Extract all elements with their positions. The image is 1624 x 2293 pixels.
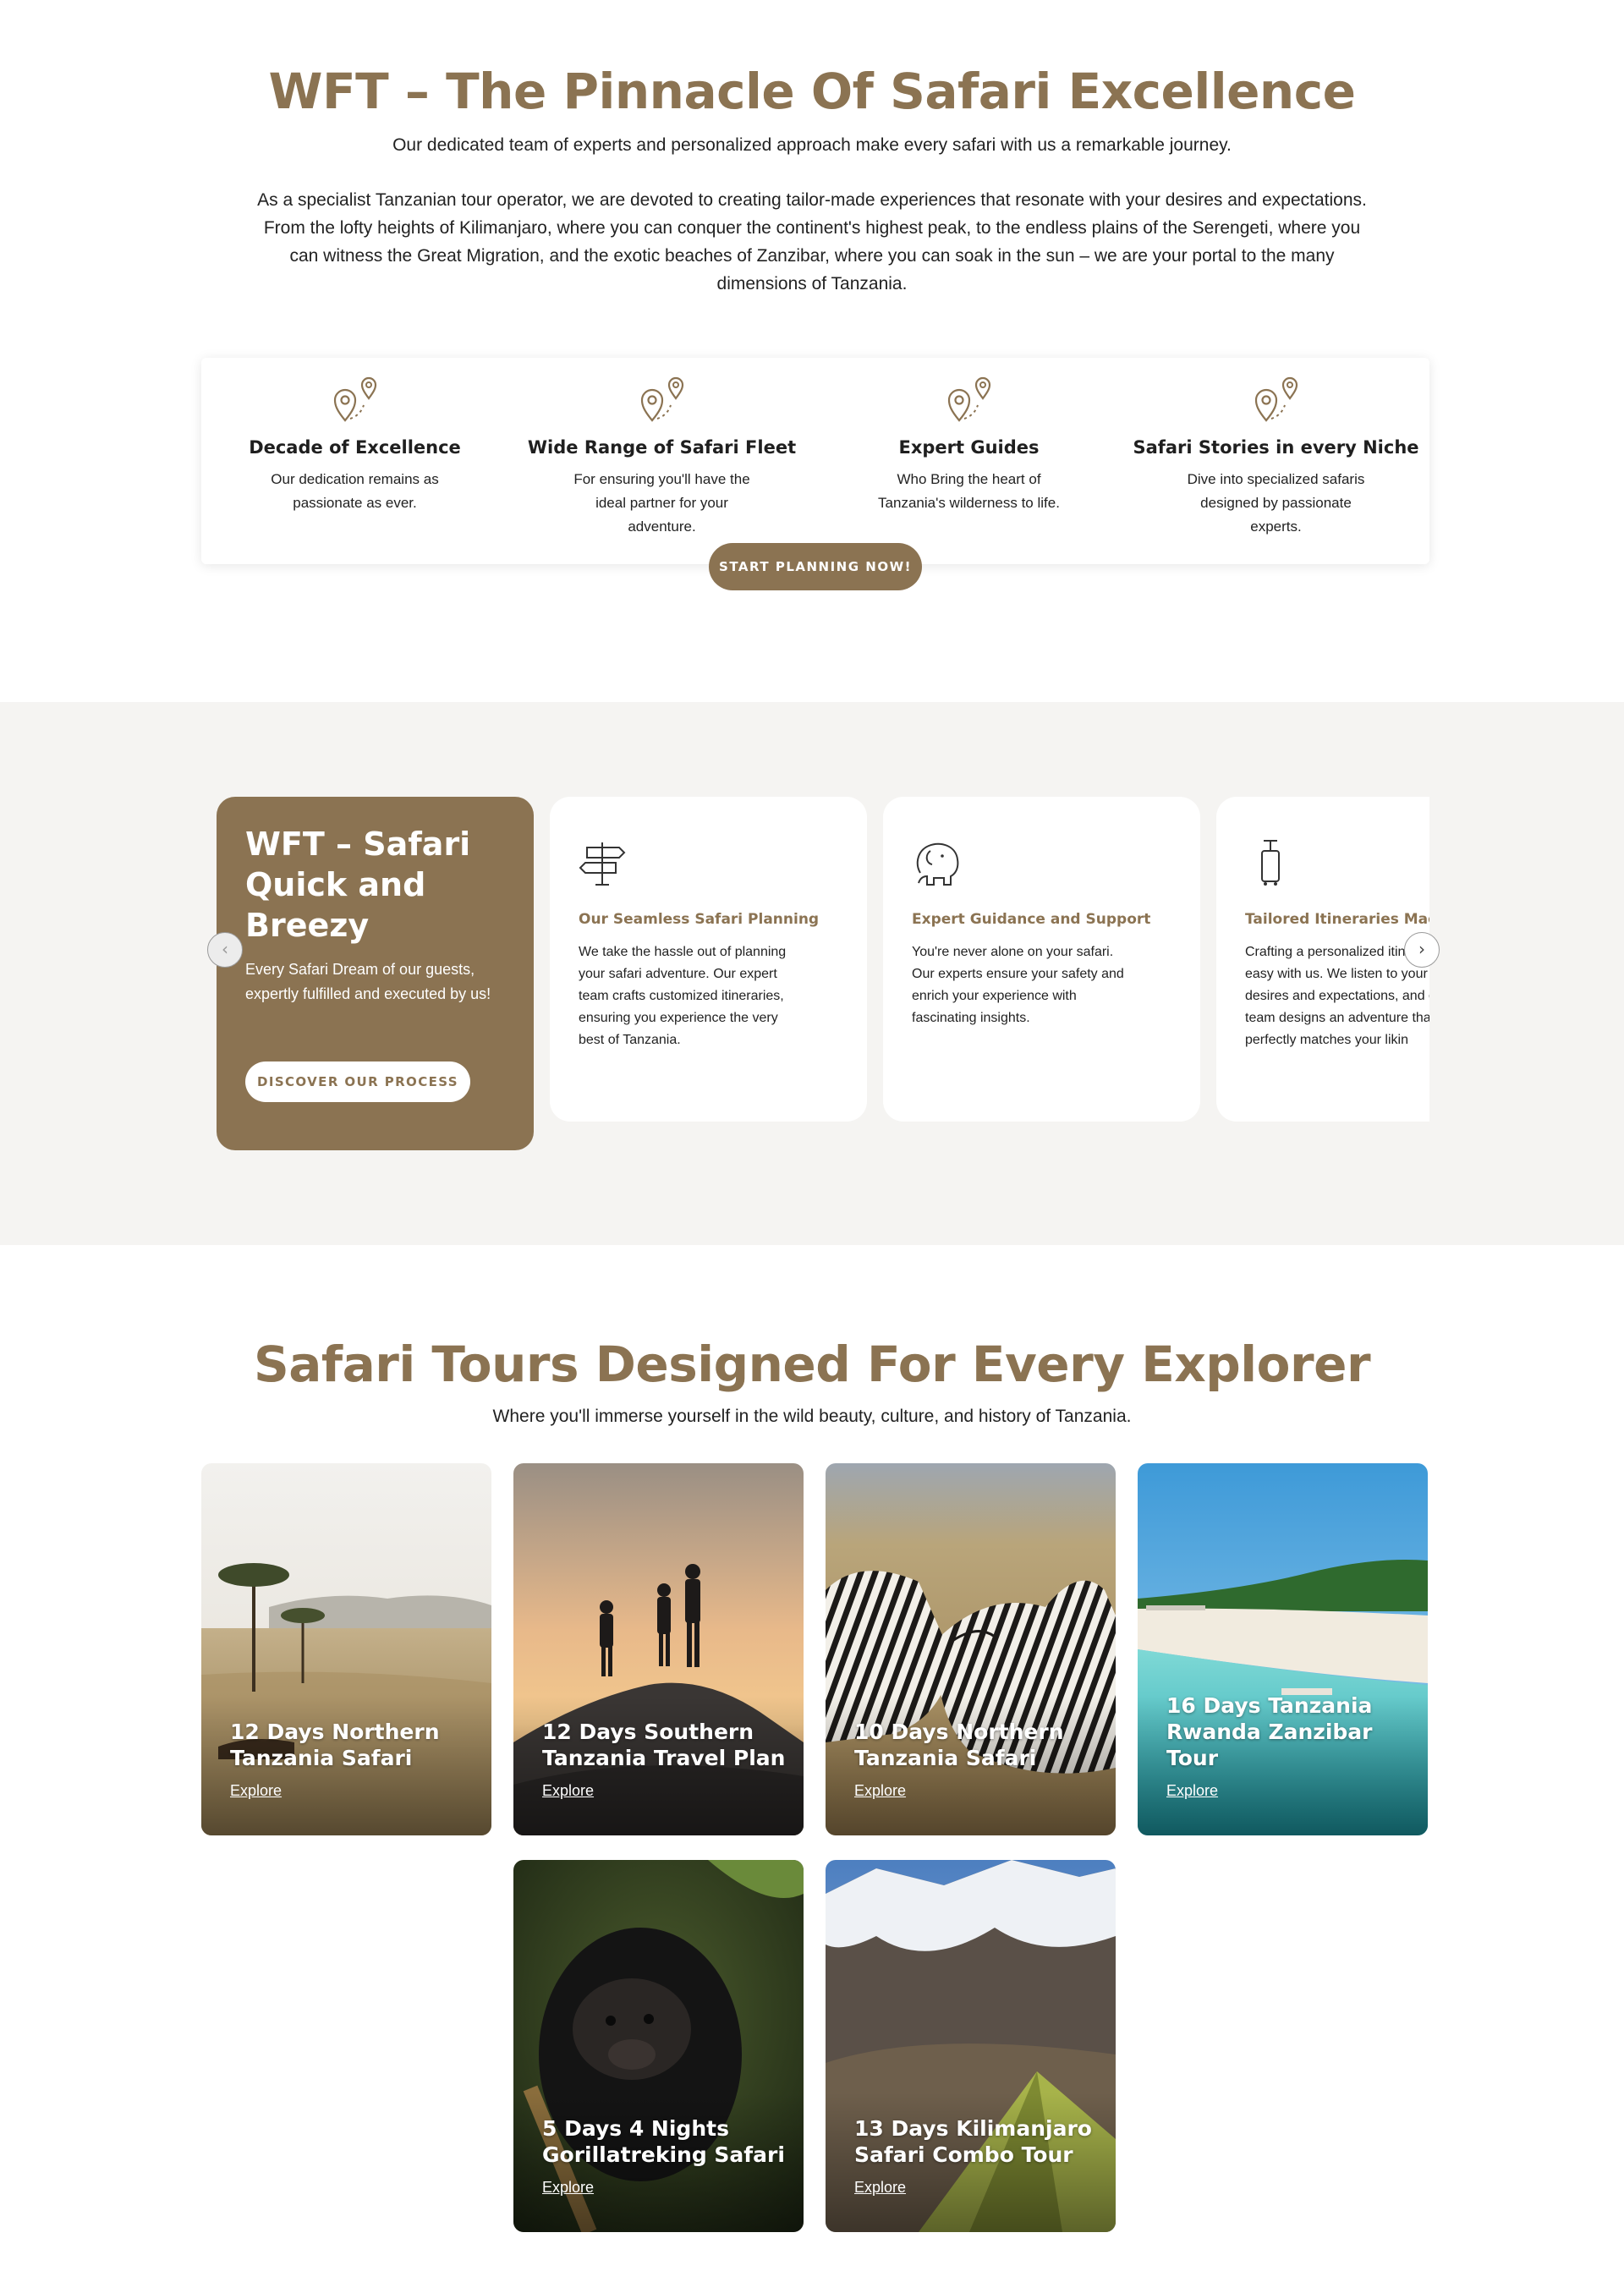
tour-card[interactable]: 10 Days Northern Tanzania Safari Explore xyxy=(826,1463,1116,1835)
process-step-text: You're never alone on your safari. Our e… xyxy=(912,945,1124,1025)
hero-section: WFT – The Pinnacle Of Safari Excellence … xyxy=(0,0,1624,298)
tour-card[interactable]: 13 Days Kilimanjaro Safari Combo Tour Ex… xyxy=(826,1860,1116,2232)
feature-text: Dive into specialized safaris designed b… xyxy=(1187,471,1365,535)
process-step-card: Our Seamless Safari Planning We take the… xyxy=(550,797,867,1122)
process-step-title: Our Seamless Safari Planning xyxy=(579,911,820,928)
process-intro-card: WFT – Safari Quick and Breezy Every Safa… xyxy=(217,797,534,1150)
luggage-icon xyxy=(1261,840,1280,886)
tour-card[interactable]: 12 Days Southern Tanzania Travel Plan Ex… xyxy=(513,1463,804,1835)
slider-prev-arrow-icon[interactable]: ‹ xyxy=(207,932,243,968)
process-slider: WFT – Safari Quick and Breezy Every Safa… xyxy=(217,797,1429,1166)
process-step-title: Tailored Itineraries Mad xyxy=(1245,911,1429,928)
process-step-text: Crafting a personalized itinerary is eas… xyxy=(1245,945,1429,1047)
feature-item: Expert Guides Who Bring the heart of Tan… xyxy=(815,358,1122,564)
tours-subtitle: Where you'll immerse yourself in the wil… xyxy=(492,1407,1132,1426)
hero-tagline: Our dedicated team of experts and person… xyxy=(392,135,1232,155)
tour-title: 12 Days Northern Tanzania Safari xyxy=(230,1720,440,1770)
feature-item: Decade of Excellence Our dedication rema… xyxy=(201,358,508,564)
explore-link[interactable]: Explore xyxy=(1166,1782,1218,1800)
feature-item: Wide Range of Safari Fleet For ensuring … xyxy=(508,358,815,564)
process-step-card: Tailored Itineraries Mad Crafting a pers… xyxy=(1216,797,1429,1122)
tour-title: 5 Days 4 Nights Gorillatreking Safari xyxy=(542,2116,785,2167)
process-section: WFT – Safari Quick and Breezy Every Safa… xyxy=(0,702,1624,1245)
explore-link[interactable]: Explore xyxy=(230,1782,282,1800)
feature-title: Expert Guides xyxy=(898,437,1040,458)
start-planning-button[interactable]: START PLANNING NOW! xyxy=(709,543,922,590)
process-step-card: Expert Guidance and Support You're never… xyxy=(883,797,1200,1122)
explore-link[interactable]: Explore xyxy=(854,1782,906,1800)
tour-title: 12 Days Southern Tanzania Travel Plan xyxy=(542,1720,786,1770)
feature-text: For ensuring you'll have the ideal partn… xyxy=(573,471,750,535)
hero-title: WFT – The Pinnacle Of Safari Excellence xyxy=(268,63,1356,120)
tour-card[interactable]: 12 Days Northern Tanzania Safari Explore xyxy=(201,1463,491,1835)
discover-process-button[interactable]: DISCOVER OUR PROCESS xyxy=(245,1061,470,1102)
process-intro-title: WFT – Safari Quick and Breezy xyxy=(245,826,471,944)
map-pins-icon xyxy=(947,376,990,422)
tour-card[interactable]: 16 Days Tanzania Rwanda Zanzibar Tour Ex… xyxy=(1138,1463,1428,1835)
elephant-icon xyxy=(916,842,959,886)
explore-link[interactable]: Explore xyxy=(854,2179,906,2197)
hero-intro: As a specialist Tanzanian tour operator,… xyxy=(257,190,1367,293)
feature-text: Who Bring the heart of Tanzania's wilder… xyxy=(878,471,1060,511)
explore-link[interactable]: Explore xyxy=(542,2179,594,2197)
feature-title: Safari Stories in every Niche xyxy=(1133,437,1419,458)
feature-item: Safari Stories in every Niche Dive into … xyxy=(1122,358,1429,564)
feature-title: Decade of Excellence xyxy=(249,437,461,458)
feature-title: Wide Range of Safari Fleet xyxy=(527,437,797,458)
process-step-text: We take the hassle out of planning your … xyxy=(579,945,787,1047)
map-pins-icon xyxy=(333,376,376,422)
tour-title: 13 Days Kilimanjaro Safari Combo Tour xyxy=(854,2116,1092,2167)
tour-card[interactable]: 5 Days 4 Nights Gorillatreking Safari Ex… xyxy=(513,1860,804,2232)
tours-header: Safari Tours Designed For Every Explorer… xyxy=(0,1332,1624,1430)
slider-next-arrow-icon[interactable]: › xyxy=(1404,932,1440,968)
map-pins-icon xyxy=(1254,376,1298,422)
process-intro-text: Every Safari Dream of our guests, expert… xyxy=(245,961,491,1002)
tour-title: 10 Days Northern Tanzania Safari xyxy=(854,1720,1064,1770)
signpost-icon xyxy=(579,842,626,886)
explore-link[interactable]: Explore xyxy=(542,1782,594,1800)
feature-text: Our dedication remains as passionate as … xyxy=(271,471,439,511)
tours-title: Safari Tours Designed For Every Explorer xyxy=(253,1336,1371,1393)
map-pins-icon xyxy=(640,376,683,422)
features-card: Decade of Excellence Our dedication rema… xyxy=(201,358,1429,564)
process-step-title: Expert Guidance and Support xyxy=(912,911,1151,928)
tour-title: 16 Days Tanzania Rwanda Zanzibar Tour xyxy=(1166,1693,1373,1770)
